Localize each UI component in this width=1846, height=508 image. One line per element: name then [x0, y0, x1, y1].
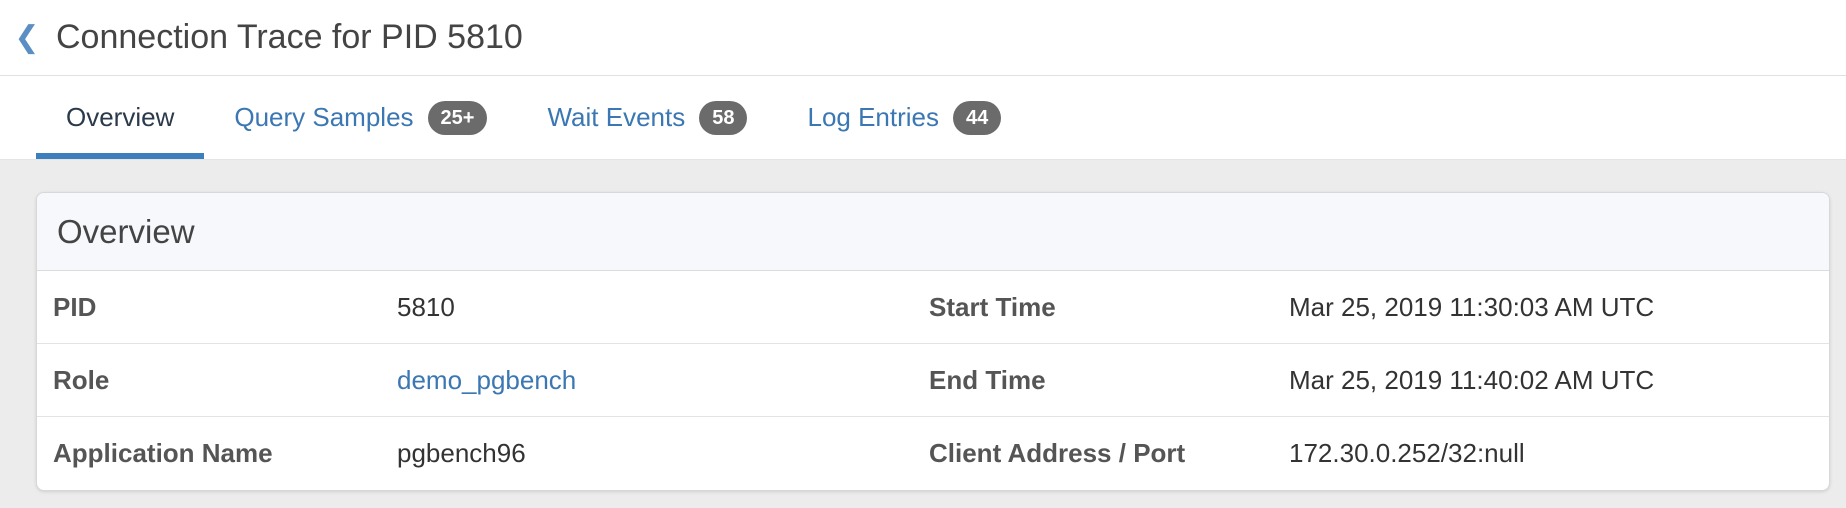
table-row: PID 5810 Start Time Mar 25, 2019 11:30:0… — [37, 271, 1829, 344]
start-time-label: Start Time — [929, 291, 1056, 322]
role-link[interactable]: demo_pgbench — [397, 365, 576, 395]
start-time-value: Mar 25, 2019 11:30:03 AM UTC — [1289, 291, 1655, 322]
overview-panel: Overview PID 5810 Start Time Mar 25, 201… — [36, 192, 1830, 491]
page-title: Connection Trace for PID 5810 — [56, 18, 523, 56]
application-name-label: Application Name — [53, 438, 273, 468]
tab-label: Wait Events — [547, 102, 686, 132]
client-address-label: Client Address / Port — [929, 438, 1186, 468]
tab-bar: Overview Query Samples 25+ Wait Events 5… — [0, 76, 1846, 160]
panel-title: Overview — [37, 193, 1829, 271]
client-address-value: 172.30.0.252/32:null — [1289, 438, 1525, 468]
tab-label: Overview — [66, 102, 175, 132]
pid-label: PID — [53, 291, 97, 322]
table-row: Application Name pgbench96 Client Addres… — [37, 417, 1829, 490]
table-row: Role demo_pgbench End Time Mar 25, 2019 … — [37, 344, 1829, 417]
tab-label: Query Samples — [234, 102, 414, 132]
application-name-value: pgbench96 — [397, 438, 526, 468]
tab-log-entries[interactable]: Log Entries 44 — [777, 76, 1031, 159]
end-time-value: Mar 25, 2019 11:40:02 AM UTC — [1289, 364, 1655, 395]
role-label: Role — [53, 364, 110, 395]
end-time-label: End Time — [929, 364, 1046, 395]
back-chevron-icon[interactable]: ❮ — [14, 22, 40, 53]
tab-label: Log Entries — [807, 102, 940, 132]
tab-wait-events[interactable]: Wait Events 58 — [517, 76, 777, 159]
count-badge: 44 — [953, 100, 1002, 135]
count-badge: 58 — [699, 100, 748, 135]
pid-value: 5810 — [397, 291, 455, 322]
tab-overview[interactable]: Overview — [36, 76, 205, 159]
count-badge: 25+ — [427, 100, 488, 135]
tab-query-samples[interactable]: Query Samples 25+ — [204, 76, 517, 159]
page-header: ❮ Connection Trace for PID 5810 — [0, 0, 1846, 76]
